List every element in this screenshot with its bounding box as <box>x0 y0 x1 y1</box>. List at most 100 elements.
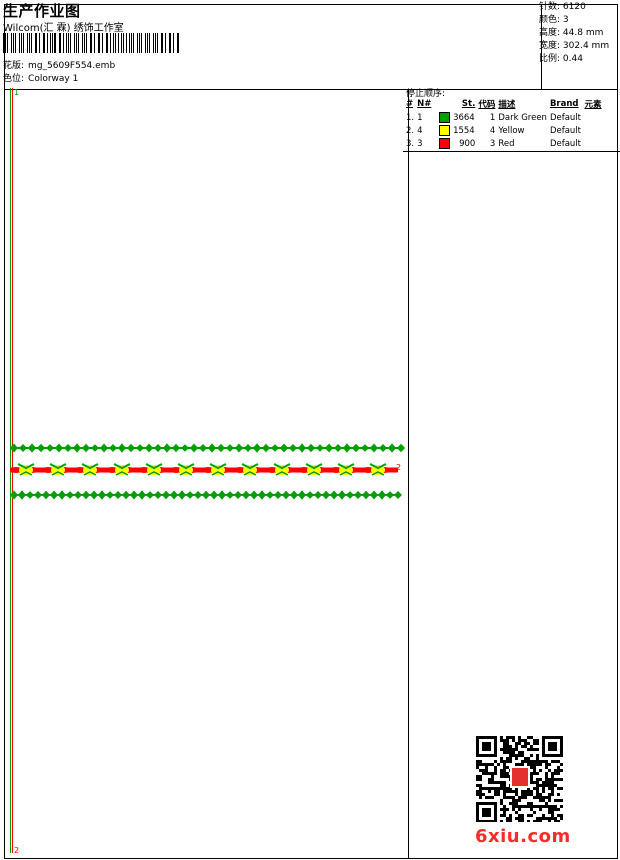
qr-module <box>521 790 524 793</box>
qr-module <box>512 790 515 793</box>
qr-module <box>491 775 494 778</box>
qr-module <box>548 781 551 784</box>
qr-module <box>533 763 536 766</box>
qr-module <box>506 748 509 751</box>
top-band-diamond <box>172 443 180 453</box>
qr-module <box>512 799 515 802</box>
qr-module <box>488 778 491 781</box>
qr-module <box>506 820 509 822</box>
qr-module <box>560 817 563 820</box>
bottom-band-diamond <box>50 490 58 500</box>
qr-module <box>539 805 542 808</box>
qr-module <box>548 796 551 799</box>
qr-module <box>512 751 515 754</box>
qr-module <box>512 802 515 805</box>
qr-module <box>548 763 551 766</box>
qr-module <box>545 778 548 781</box>
bottom-band-diamond <box>274 491 282 499</box>
qr-module <box>479 778 482 781</box>
qr-module <box>557 799 560 802</box>
qr-module <box>503 787 506 790</box>
qr-module <box>476 778 479 781</box>
qr-module <box>476 793 479 796</box>
qr-module <box>536 820 539 822</box>
qr-module <box>506 787 509 790</box>
qr-module <box>530 736 533 739</box>
qr-module <box>509 796 512 799</box>
bottom-band-diamond <box>378 490 386 500</box>
qr-module <box>482 763 485 766</box>
bottom-band-diamond <box>26 491 34 499</box>
qr-module <box>509 745 512 748</box>
qr-module <box>551 808 554 811</box>
qr-module <box>518 763 521 766</box>
qr-module <box>515 799 518 802</box>
qr-module <box>482 793 485 796</box>
qr-module <box>542 787 545 790</box>
top-band-diamond <box>118 443 126 453</box>
qr-module <box>485 796 488 799</box>
qr-module <box>500 739 503 742</box>
qr-module <box>482 787 485 790</box>
qr-module <box>536 790 539 793</box>
qr-module <box>527 805 530 808</box>
bottom-band-diamond <box>298 490 306 500</box>
top-band-diamond <box>271 444 279 452</box>
qr-module <box>512 736 515 739</box>
qr-module <box>518 799 521 802</box>
qr-module <box>485 763 488 766</box>
qr-module <box>530 808 533 811</box>
qr-module <box>524 745 527 748</box>
qr-module <box>527 790 530 793</box>
qr-module <box>515 745 518 748</box>
qr-module <box>515 805 518 808</box>
embroidery-preview <box>10 443 405 500</box>
qr-module <box>521 751 524 754</box>
qr-module <box>485 766 488 769</box>
qr-module <box>476 766 479 769</box>
qr-module <box>551 775 554 778</box>
qr-module <box>494 766 497 769</box>
qr-module <box>536 739 539 742</box>
top-band-diamond <box>262 443 270 453</box>
qr-module <box>521 760 524 763</box>
qr-module <box>476 784 479 787</box>
qr-module <box>545 805 548 808</box>
bottom-band-diamond <box>394 491 402 499</box>
qr-module <box>497 763 500 766</box>
qr-module <box>545 784 548 787</box>
qr-module <box>476 775 479 778</box>
top-band-diamond <box>280 443 288 453</box>
bottom-band-diamond <box>98 490 106 500</box>
qr-module <box>488 796 491 799</box>
bottom-band-diamond <box>234 491 242 499</box>
qr-module <box>500 748 503 751</box>
qr-module <box>506 745 509 748</box>
qr-module <box>551 760 554 763</box>
top-band-diamond <box>100 443 108 453</box>
qr-module <box>509 820 512 822</box>
qr-module <box>530 745 533 748</box>
qr-module <box>557 793 560 796</box>
qr-module <box>476 763 479 766</box>
qr-module <box>533 739 536 742</box>
qr-module <box>542 784 545 787</box>
qr-module <box>503 763 506 766</box>
qr-module <box>482 769 485 772</box>
qr-module <box>512 796 515 799</box>
bottom-band-diamond <box>66 491 74 499</box>
qr-module <box>524 742 527 745</box>
qr-module <box>551 784 554 787</box>
qr-module <box>527 802 530 805</box>
qr-module <box>533 787 536 790</box>
qr-module <box>545 781 548 784</box>
bottom-band-diamond <box>242 490 250 500</box>
bottom-band-diamond <box>314 491 322 499</box>
bottom-band-diamond <box>42 490 50 500</box>
qr-module <box>545 760 548 763</box>
qr-module <box>536 763 539 766</box>
bottom-band-diamond <box>162 490 170 500</box>
qr-module <box>557 760 560 763</box>
qr-module <box>521 805 524 808</box>
qr-module <box>515 748 518 751</box>
